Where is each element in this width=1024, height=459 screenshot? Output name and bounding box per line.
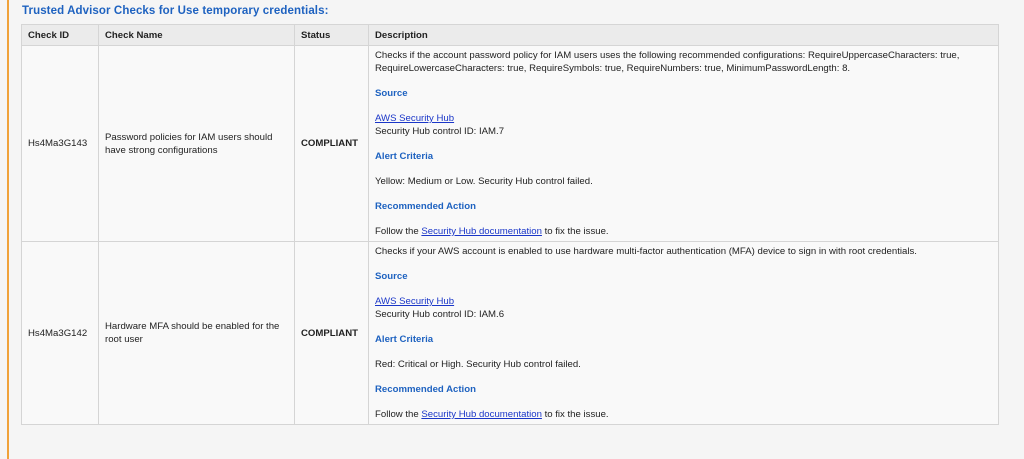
alert-criteria-heading: Alert Criteria [375, 334, 434, 345]
action-prefix: Follow the [375, 409, 422, 420]
description-summary: Checks if your AWS account is enabled to… [375, 246, 917, 257]
description-cell: Checks if your AWS account is enabled to… [368, 241, 999, 425]
header-check-name: Check Name [98, 24, 295, 46]
header-description: Description [368, 24, 999, 46]
source-heading: Source [375, 271, 408, 282]
table-row: Hs4Ma3G143 Password policies for IAM use… [21, 45, 999, 242]
action-prefix: Follow the [375, 226, 422, 237]
aws-security-hub-link[interactable]: AWS Security Hub [375, 296, 454, 307]
check-id-cell: Hs4Ma3G143 [21, 45, 99, 242]
left-accent-rule [7, 0, 9, 459]
alert-criteria-text: Red: Critical or High. Security Hub cont… [375, 359, 581, 370]
security-hub-control-id: Security Hub control ID: IAM.6 [375, 309, 505, 320]
table-header-row: Check ID Check Name Status Description [21, 24, 999, 46]
aws-security-hub-link[interactable]: AWS Security Hub [375, 113, 454, 124]
alert-criteria-text: Yellow: Medium or Low. Security Hub cont… [375, 176, 593, 187]
security-hub-documentation-link[interactable]: Security Hub documentation [421, 226, 542, 237]
section-title: Trusted Advisor Checks for Use temporary… [22, 5, 329, 17]
checks-table: Check ID Check Name Status Description H… [21, 24, 999, 425]
recommended-action-text: Follow the Security Hub documentation to… [375, 225, 992, 238]
header-check-id: Check ID [21, 24, 99, 46]
header-status: Status [294, 24, 369, 46]
recommended-action-heading: Recommended Action [375, 384, 476, 395]
source-heading: Source [375, 88, 408, 99]
table-row: Hs4Ma3G142 Hardware MFA should be enable… [21, 241, 999, 425]
security-hub-control-id: Security Hub control ID: IAM.7 [375, 126, 505, 137]
security-hub-documentation-link[interactable]: Security Hub documentation [421, 409, 542, 420]
recommended-action-text: Follow the Security Hub documentation to… [375, 408, 992, 421]
description-summary: Checks if the account password policy fo… [375, 50, 960, 74]
action-suffix: to fix the issue. [541, 226, 609, 237]
check-name-cell: Password policies for IAM users should h… [98, 45, 295, 242]
action-suffix: to fix the issue. [541, 409, 609, 420]
check-id-cell: Hs4Ma3G142 [21, 241, 99, 425]
status-badge: COMPLIANT [294, 45, 369, 242]
check-name-cell: Hardware MFA should be enabled for the r… [98, 241, 295, 425]
description-cell: Checks if the account password policy fo… [368, 45, 999, 242]
alert-criteria-heading: Alert Criteria [375, 151, 434, 162]
recommended-action-heading: Recommended Action [375, 201, 476, 212]
status-badge: COMPLIANT [294, 241, 369, 425]
report-frame: Trusted Advisor Checks for Use temporary… [0, 0, 1024, 459]
